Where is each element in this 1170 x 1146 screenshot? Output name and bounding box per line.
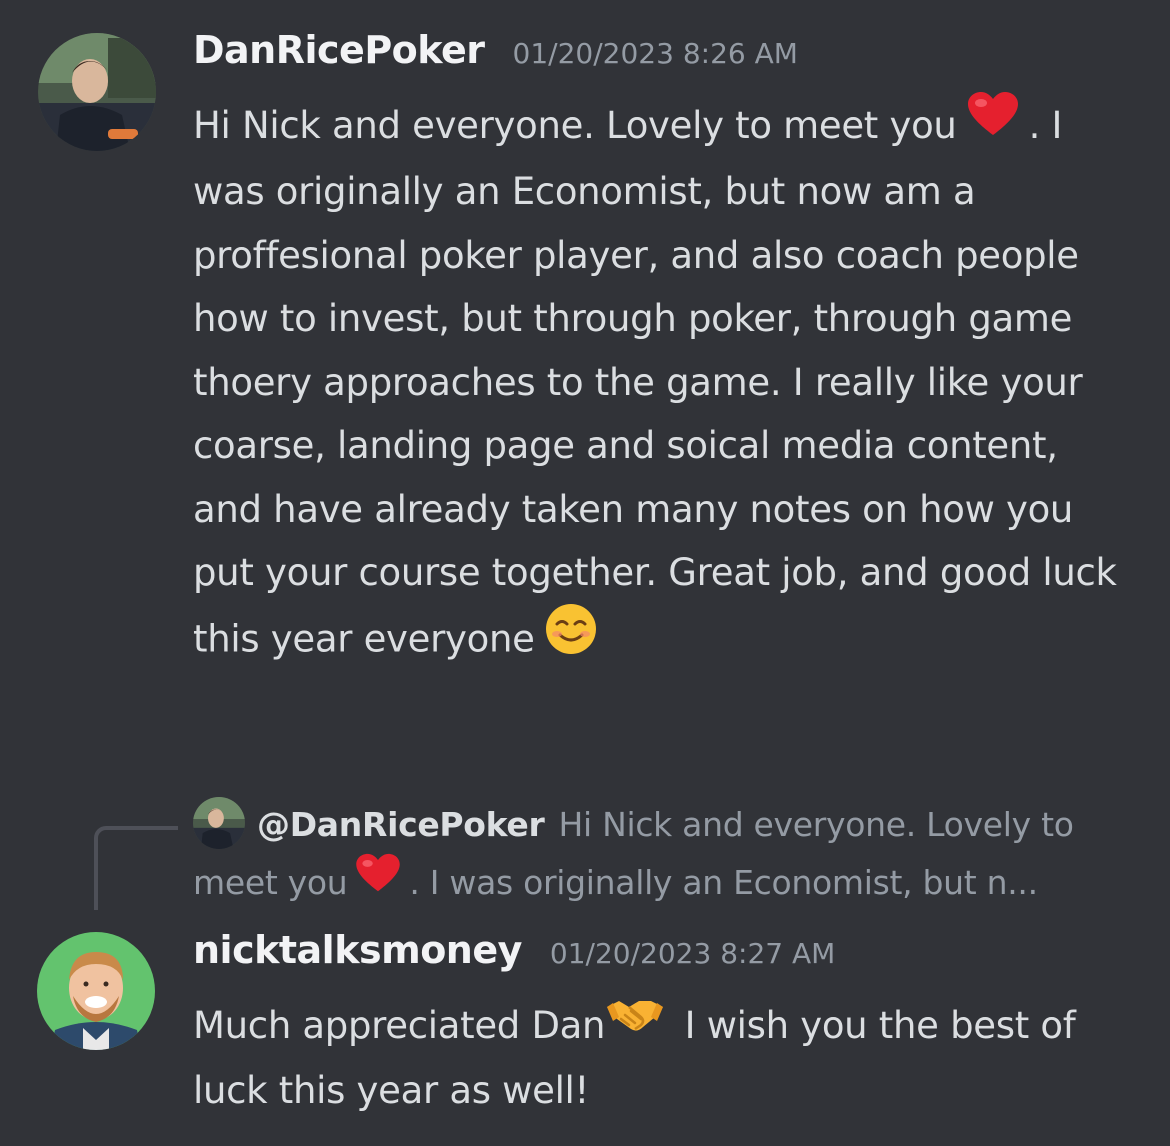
username[interactable]: nicktalksmoney bbox=[193, 928, 522, 972]
username[interactable]: DanRicePoker bbox=[193, 28, 485, 72]
reply-preview-text: . I was originally an Economist, but n..… bbox=[409, 863, 1038, 902]
reply-mention[interactable]: @DanRicePoker bbox=[257, 805, 545, 844]
message-text: . I was originally an Economist, but now… bbox=[193, 104, 1117, 660]
reply-preview[interactable]: @DanRicePoker Hi Nick and everyone. Lovel… bbox=[193, 796, 1123, 914]
timestamp: 01/20/2023 8:27 AM bbox=[549, 937, 836, 970]
avatar-nicktalksmoney[interactable] bbox=[37, 932, 155, 1050]
red-heart-icon bbox=[967, 91, 1019, 157]
reply-avatar-danricepoker bbox=[193, 796, 245, 849]
avatar-danricepoker[interactable] bbox=[38, 33, 156, 151]
message-content: Hi Nick and everyone. Lovely to meet you… bbox=[193, 91, 1128, 676]
red-heart-icon bbox=[355, 853, 401, 911]
smiling-face-icon bbox=[545, 603, 597, 675]
message-text: Hi Nick and everyone. Lovely to meet you bbox=[193, 104, 957, 147]
reply-connector bbox=[94, 826, 178, 910]
message-content: Much appreciated Dan I wish you the best… bbox=[193, 994, 1128, 1123]
timestamp: 01/20/2023 8:26 AM bbox=[512, 37, 798, 70]
handshake-icon bbox=[605, 993, 665, 1057]
message-text: Much appreciated Dan bbox=[193, 1004, 606, 1047]
